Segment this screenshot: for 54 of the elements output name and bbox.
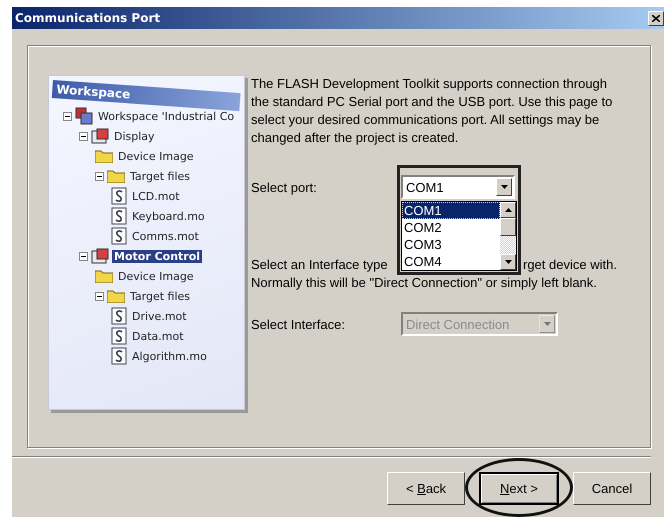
down-arrow-icon: [544, 322, 550, 326]
project-icon: [91, 248, 109, 264]
file-icon: [111, 187, 127, 205]
close-icon: [652, 14, 660, 22]
tree-item[interactable]: Comms.mot: [130, 230, 201, 242]
folder-icon: [107, 289, 125, 303]
tree-item[interactable]: Target files: [128, 290, 192, 302]
tree-item[interactable]: Drive.mot: [130, 310, 189, 322]
description-text: The FLASH Development Toolkit supports connection through the standard PC Serial port and the USB port. Use this page to select your desired communications port. All settings may be changed after the project is created.: [251, 75, 614, 147]
port-value: COM1: [406, 180, 444, 194]
workspace-icon: [75, 107, 93, 125]
interface-value: Direct Connection: [406, 316, 510, 332]
interface-text: Select an Interface type: [251, 256, 388, 274]
tree-item[interactable]: Device Image: [116, 150, 196, 162]
collapse-icon[interactable]: [63, 112, 72, 120]
wizard-button[interactable]: < Back: [387, 472, 465, 505]
file-icon: [111, 207, 127, 225]
tree-item[interactable]: Target files: [128, 170, 192, 182]
close-button[interactable]: [648, 10, 664, 26]
port-label: Select port:: [251, 180, 318, 194]
folder-icon: [95, 269, 113, 283]
project-icon: [91, 128, 109, 144]
collapse-icon[interactable]: [79, 252, 88, 260]
wizard-button[interactable]: Next >: [479, 472, 559, 505]
file-icon: [111, 327, 127, 345]
folder-icon: [107, 169, 125, 183]
tree-item[interactable]: Workspace 'Industrial Co: [96, 110, 236, 122]
interface-text: rget device with.: [523, 256, 617, 274]
tree-item[interactable]: Data.mot: [130, 330, 186, 342]
collapse-icon[interactable]: [79, 132, 88, 140]
tree-item[interactable]: Display: [112, 130, 157, 142]
file-icon: [111, 347, 127, 365]
file-icon: [111, 307, 127, 325]
down-arrow-icon: [504, 260, 512, 264]
collapse-icon[interactable]: [95, 292, 104, 300]
collapse-icon[interactable]: [95, 172, 104, 180]
scrollbar[interactable]: [500, 202, 516, 270]
workspace-title: Workspace: [52, 80, 241, 112]
window-title: Communications Port: [15, 11, 160, 25]
port-option[interactable]: COM1: [402, 202, 500, 219]
file-icon: [111, 227, 127, 245]
wizard-button[interactable]: Cancel: [573, 472, 651, 505]
folder-icon: [95, 149, 113, 163]
tree-item[interactable]: Motor Control: [112, 250, 202, 262]
tree-item[interactable]: Keyboard.mo: [130, 210, 207, 222]
port-dropdown[interactable]: COM1: [401, 175, 515, 199]
dropdown-button[interactable]: [496, 178, 512, 196]
tree-item[interactable]: Device Image: [116, 270, 196, 282]
up-arrow-icon: [504, 208, 512, 212]
interface-label: Select Interface:: [251, 316, 346, 332]
tree-item[interactable]: Algorithm.mo: [130, 350, 209, 362]
down-arrow-icon: [500, 185, 508, 189]
interface-text: Normally this will be "Direct Connection" or simply left blank.: [251, 274, 598, 292]
tree-item[interactable]: LCD.mot: [130, 190, 182, 202]
